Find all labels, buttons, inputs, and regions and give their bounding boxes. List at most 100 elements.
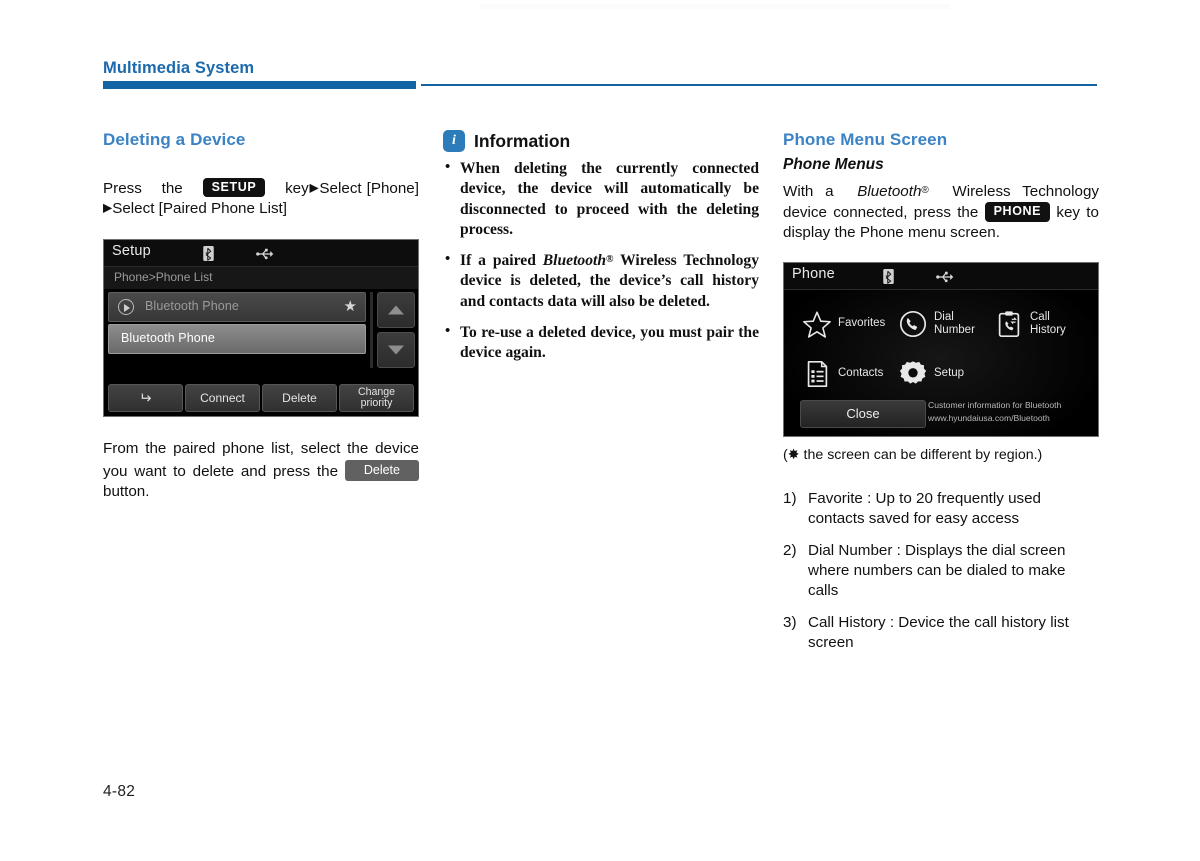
- menu-item-label: Dial Number: [934, 311, 975, 337]
- phone-menu-numbered-list: 1) Favorite : Up to 20 frequently used c…: [783, 489, 1099, 653]
- list-item: 1) Favorite : Up to 20 frequently used c…: [783, 489, 1099, 529]
- list-item-text: Call History : Device the call history l…: [808, 613, 1069, 652]
- right-column: Phone Menu Screen Phone Menus With a Blu…: [783, 130, 1099, 653]
- subsection-heading-phone-menus: Phone Menus: [783, 156, 884, 173]
- menu-item-favorites[interactable]: Favorites: [802, 309, 898, 339]
- customer-info-line2: www.hyundaiusa.com/Bluetooth: [928, 413, 1050, 424]
- list-item-number: 3): [783, 613, 797, 631]
- list-item-selected-phone[interactable]: Bluetooth Phone: [108, 324, 366, 355]
- phone-menu-paragraph: With a Bluetooth® Wireless Technology de…: [783, 182, 1099, 244]
- history-line2: History: [1030, 323, 1066, 336]
- list-item-connected-phone[interactable]: Bluetooth Phone ★: [108, 292, 366, 323]
- list-item-text: Favorite : Up to 20 frequently used cont…: [808, 489, 1042, 527]
- arrow-glyph-2: ▶: [103, 200, 113, 215]
- menu-item-label: Favorites: [838, 317, 886, 330]
- list-item-label: Bluetooth Phone: [121, 331, 215, 346]
- change-priority-button[interactable]: Change priority: [339, 384, 414, 413]
- favorite-star-icon: ★: [343, 298, 357, 316]
- menu-item-call-history[interactable]: Call History: [994, 309, 1086, 339]
- list-item-label: Bluetooth Phone: [145, 299, 239, 314]
- setup-screen-title: Setup: [112, 243, 151, 260]
- scroll-up-button[interactable]: [377, 292, 415, 329]
- instruction-the: the: [161, 180, 183, 197]
- setup-phone-list-screenshot: Setup Phone>Phone List Bluetooth Phone ★…: [103, 239, 419, 418]
- manual-page: Multimedia System Deleting a Device Pres…: [0, 0, 1200, 861]
- change-priority-label: Change priority: [358, 387, 395, 409]
- gear-icon: [899, 361, 927, 384]
- instruction-select-2: Select [Paired Phone List]: [112, 200, 287, 218]
- delete-caption-text-2: button.: [103, 482, 150, 500]
- dial-line2: Number: [934, 323, 975, 336]
- connect-button[interactable]: Connect: [185, 384, 260, 413]
- delete-caption-paragraph: From the paired phone list, select the d…: [103, 439, 419, 502]
- running-header-title: Multimedia System: [103, 59, 255, 77]
- phone-screen-title: Phone: [792, 265, 835, 282]
- middle-column: i Information When deleting the currentl…: [443, 130, 759, 363]
- menu-item-label: Contacts: [838, 367, 884, 380]
- history-line1: Call: [1030, 310, 1050, 323]
- bluetooth-icon: [203, 246, 214, 262]
- setup-breadcrumb-strip: Phone>Phone List: [104, 267, 418, 290]
- arrow-glyph-1: ▶: [308, 180, 320, 195]
- triangle-up-icon: [388, 305, 404, 315]
- header-rule-thick: [103, 81, 416, 89]
- menu-item-setup[interactable]: Setup: [898, 359, 994, 389]
- list-item: 3) Call History : Device the call histor…: [783, 613, 1099, 653]
- list-item: If a paired Bluetooth® Wireless Technolo…: [443, 250, 759, 312]
- breadcrumb: Phone>Phone List: [114, 270, 213, 285]
- customer-info-line1: Customer information for Bluetooth: [928, 400, 1062, 411]
- triangle-down-icon: [388, 345, 404, 355]
- bullet2-pre: If a paired: [460, 252, 543, 270]
- change-priority-line2: priority: [360, 397, 393, 410]
- setup-key-badge[interactable]: SETUP: [202, 178, 266, 198]
- paragraph-pre: With a: [783, 183, 834, 200]
- phone-menu-screenshot: Phone Favorites Dial Number Call History…: [783, 261, 1099, 437]
- dial-line1: Dial: [934, 310, 954, 323]
- paired-phone-list: Bluetooth Phone ★ Bluetooth Phone: [108, 292, 366, 368]
- delete-button[interactable]: Delete: [262, 384, 337, 413]
- list-item: 2) Dial Number : Displays the dial scree…: [783, 541, 1099, 601]
- call-history-icon: [998, 311, 1020, 337]
- paragraph-registered: ®: [921, 185, 929, 196]
- top-faint-strip: [480, 4, 950, 9]
- bullet2-registered: ®: [606, 254, 614, 266]
- contacts-icon: [807, 360, 828, 387]
- information-header: i Information: [443, 130, 759, 152]
- back-button[interactable]: ↵: [108, 384, 183, 413]
- connected-play-icon: [118, 299, 134, 316]
- phone-screen-title-bar: Phone: [784, 262, 1098, 290]
- information-icon: i: [443, 130, 465, 152]
- instruction-press: Press: [103, 180, 142, 197]
- phone-key-badge[interactable]: PHONE: [984, 202, 1051, 222]
- instruction-phone-bracket: [Phone]: [366, 180, 419, 197]
- section-heading-phone-menu-screen: Phone Menu Screen: [783, 130, 948, 149]
- close-button[interactable]: Close: [800, 399, 926, 428]
- left-column: Deleting a Device Press the SETUP key▶Se…: [103, 130, 419, 502]
- usb-icon: [936, 271, 954, 282]
- customer-information-text: Customer information for Bluetooth www.h…: [928, 399, 1088, 426]
- menu-item-dial-number[interactable]: Dial Number: [898, 309, 994, 339]
- instruction-select-1: Select: [319, 180, 362, 197]
- bluetooth-icon: [883, 268, 894, 284]
- list-item-text: Dial Number : Displays the dial screen w…: [808, 541, 1066, 599]
- delete-instruction-paragraph: Press the SETUP key▶Select [Phone] ▶Sele…: [103, 178, 419, 219]
- back-arrow-icon: ↵: [139, 389, 152, 407]
- page-number: 4-82: [103, 783, 136, 800]
- header-rule-thin: [421, 84, 1097, 86]
- menu-item-contacts[interactable]: Contacts: [802, 359, 898, 389]
- list-item: When deleting the currently connected de…: [443, 158, 759, 240]
- list-item-number: 1): [783, 489, 797, 507]
- bullet2-bluetooth: Bluetooth: [542, 252, 607, 270]
- menu-item-label: Setup: [934, 367, 965, 380]
- instruction-key: key: [285, 180, 309, 197]
- information-title: Information: [474, 130, 571, 151]
- phone-menu-row-1: Favorites Dial Number Call History: [802, 309, 1086, 339]
- scroll-down-button[interactable]: [377, 332, 415, 369]
- phone-menu-row-2: Contacts Setup: [802, 359, 1086, 389]
- delete-button-badge[interactable]: Delete: [344, 459, 419, 482]
- star-icon: [803, 311, 831, 338]
- list-scrollbar-track[interactable]: [370, 292, 373, 369]
- setup-button-strip: ↵ Connect Delete Change priority: [108, 384, 414, 413]
- region-note: (✸ the screen can be different by region…: [783, 446, 1043, 463]
- paragraph-bluetooth: Bluetooth: [857, 183, 922, 200]
